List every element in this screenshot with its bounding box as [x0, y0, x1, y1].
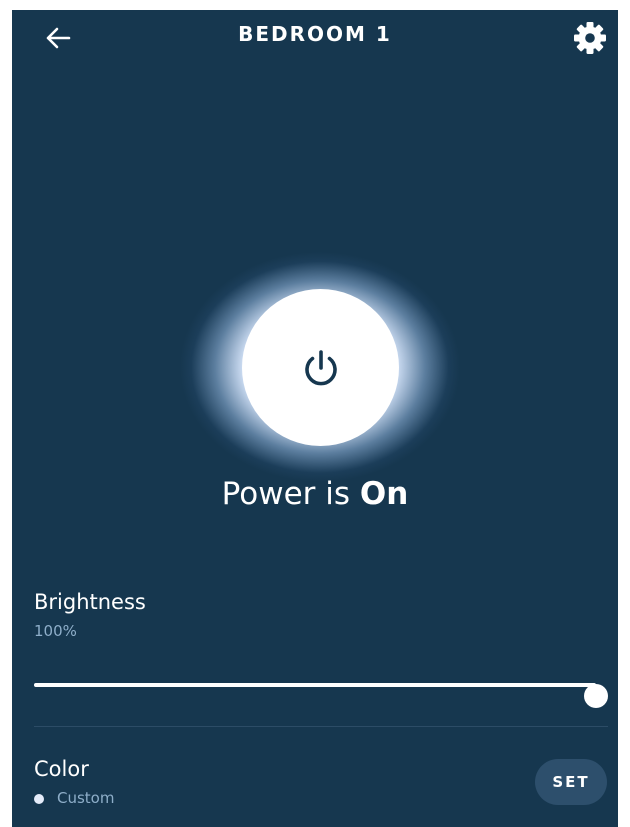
color-swatch: [34, 794, 44, 804]
power-icon: [304, 349, 337, 385]
brightness-value: 100%: [34, 622, 77, 640]
device-frame: BEDROOM 1 Power is On Brightness 100% Co…: [0, 0, 630, 827]
power-status-value: On: [359, 476, 409, 512]
brightness-slider[interactable]: [34, 672, 608, 708]
color-label: Color: [34, 757, 89, 781]
brightness-slider-track: [34, 683, 608, 708]
section-divider: [34, 726, 608, 727]
page-title: BEDROOM 1: [238, 22, 392, 46]
power-status-prefix: Power is: [221, 476, 360, 512]
set-color-button[interactable]: SET: [535, 759, 607, 805]
brightness-slider-thumb[interactable]: [584, 684, 608, 708]
settings-button[interactable]: [568, 16, 612, 60]
light-control-screen: BEDROOM 1 Power is On Brightness 100% Co…: [12, 10, 618, 827]
power-status: Power is On: [12, 476, 618, 512]
brightness-slider-fill: [34, 683, 596, 687]
color-value: Custom: [57, 789, 115, 807]
power-toggle-button[interactable]: [242, 289, 399, 446]
brightness-label: Brightness: [34, 590, 146, 614]
gear-icon: [574, 22, 606, 54]
